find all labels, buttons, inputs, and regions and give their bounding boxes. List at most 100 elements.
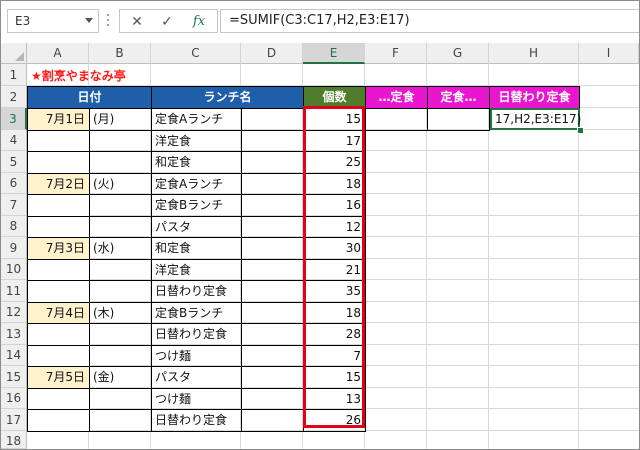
cell-lunch-name[interactable]: 日替わり定食 (151, 409, 242, 432)
cell-date[interactable]: 7月5日 (27, 366, 90, 389)
cancel-icon[interactable]: ✕ (126, 12, 148, 32)
row-header-3[interactable]: 3 (1, 108, 27, 130)
cell-d[interactable] (241, 108, 304, 131)
column-header-f[interactable]: F (365, 43, 427, 64)
cell-lunch-name[interactable]: 和定食 (151, 151, 242, 174)
insert-function-icon[interactable]: fx (188, 12, 210, 32)
cell-d[interactable] (241, 345, 304, 367)
row-header-8[interactable]: 8 (1, 216, 27, 237)
cell-count[interactable]: 15 (303, 108, 366, 131)
column-header-b[interactable]: B (89, 43, 151, 64)
cell-count[interactable]: 35 (303, 280, 366, 303)
cell-weekday[interactable] (89, 216, 152, 238)
cell-count[interactable]: 16 (303, 194, 366, 217)
cell-d[interactable] (241, 259, 304, 281)
cell-count[interactable]: 30 (303, 237, 366, 260)
column-header-a[interactable]: A (27, 43, 89, 64)
row-header-6[interactable]: 6 (1, 173, 27, 194)
cell-weekday[interactable] (89, 280, 152, 303)
cell-count[interactable]: 13 (303, 388, 366, 410)
chevron-down-icon[interactable] (85, 18, 93, 23)
cell-d[interactable] (241, 388, 304, 410)
cell-lunch-name[interactable]: つけ麺 (151, 388, 242, 410)
row-header-13[interactable]: 13 (1, 323, 27, 345)
cell-count[interactable]: 17 (303, 130, 366, 152)
header-h[interactable]: 日替わり定食 (489, 86, 580, 109)
cell-date[interactable]: 7月1日 (27, 108, 90, 131)
column-header-i[interactable]: I (579, 43, 639, 64)
cell-d[interactable] (241, 130, 304, 152)
row-header-15[interactable]: 15 (1, 366, 27, 388)
cell-d[interactable] (241, 173, 304, 195)
column-header-c[interactable]: C (151, 43, 241, 64)
cell-count[interactable]: 21 (303, 259, 366, 281)
cell-lunch-name[interactable]: 日替わり定食 (151, 280, 242, 303)
cell-lunch-name[interactable]: 和定食 (151, 237, 242, 260)
formula-input[interactable]: =SUMIF(C3:C17,H2,E3:E17) (220, 9, 639, 33)
column-header-h[interactable]: H (489, 43, 579, 64)
cell-d[interactable] (241, 216, 304, 238)
cell-d[interactable] (241, 151, 304, 174)
cell-weekday[interactable] (89, 409, 152, 432)
select-all-corner[interactable] (1, 43, 27, 64)
cell-lunch-name[interactable]: 定食Bランチ (151, 302, 242, 324)
row-header-5[interactable]: 5 (1, 151, 27, 173)
cell-count[interactable]: 18 (303, 302, 366, 324)
cell-count[interactable]: 28 (303, 323, 366, 346)
cell-date[interactable] (27, 194, 90, 217)
cell-weekday[interactable] (89, 323, 152, 346)
row-header-18[interactable]: 18 (1, 431, 27, 449)
cell-lunch-name[interactable]: パスタ (151, 366, 242, 389)
drag-handle-icon[interactable] (106, 14, 110, 28)
cell-d[interactable] (241, 237, 304, 260)
header-g[interactable]: 定食… (427, 86, 490, 109)
cell-d[interactable] (241, 302, 304, 324)
cell-date[interactable]: 7月2日 (27, 173, 90, 195)
cell-lunch-name[interactable]: 日替わり定食 (151, 323, 242, 346)
enter-icon[interactable]: ✓ (156, 12, 178, 32)
cell-date[interactable] (27, 409, 90, 432)
fill-handle[interactable] (577, 127, 584, 134)
cell-count[interactable]: 12 (303, 216, 366, 238)
header-f[interactable]: …定食 (365, 86, 428, 109)
cell-lunch-name[interactable]: 洋定食 (151, 259, 242, 281)
cell-d[interactable] (241, 280, 304, 303)
row-header-7[interactable]: 7 (1, 194, 27, 216)
row-header-9[interactable]: 9 (1, 237, 27, 259)
cell-count[interactable]: 15 (303, 366, 366, 389)
row-header-16[interactable]: 16 (1, 388, 27, 409)
row-header-2[interactable]: 2 (1, 86, 27, 108)
cell-g3[interactable] (427, 108, 490, 131)
row-header-11[interactable]: 11 (1, 280, 27, 302)
cell-lunch-name[interactable]: 定食Aランチ (151, 108, 242, 131)
cell-lunch-name[interactable]: パスタ (151, 216, 242, 238)
row-header-12[interactable]: 12 (1, 302, 27, 323)
header-lunch-name[interactable]: ランチ名 (151, 86, 304, 109)
column-header-d[interactable]: D (241, 43, 303, 64)
column-header-e[interactable]: E (303, 43, 365, 64)
cell-lunch-name[interactable]: つけ麺 (151, 345, 242, 367)
cell-weekday[interactable] (89, 345, 152, 367)
cell-f3[interactable] (365, 108, 428, 131)
cell-d[interactable] (241, 366, 304, 389)
cell-weekday[interactable]: (月) (89, 108, 152, 131)
cell-d[interactable] (241, 194, 304, 217)
cell-date[interactable] (27, 130, 90, 152)
cell-weekday[interactable]: (木) (89, 302, 152, 324)
cell-lunch-name[interactable]: 定食Aランチ (151, 173, 242, 195)
cell-date[interactable] (27, 323, 90, 346)
cell-weekday[interactable] (89, 259, 152, 281)
cell-count[interactable]: 7 (303, 345, 366, 367)
cell-date[interactable] (27, 151, 90, 174)
column-header-g[interactable]: G (427, 43, 489, 64)
header-count[interactable]: 個数 (303, 86, 366, 109)
cell-count[interactable]: 25 (303, 151, 366, 174)
name-box[interactable]: E3 (7, 9, 99, 33)
cell-date[interactable] (27, 345, 90, 367)
header-date[interactable]: 日付 (27, 86, 152, 109)
cell-lunch-name[interactable]: 洋定食 (151, 130, 242, 152)
cell-weekday[interactable] (89, 388, 152, 410)
row-header-4[interactable]: 4 (1, 130, 27, 151)
cell-weekday[interactable]: (金) (89, 366, 152, 389)
row-header-17[interactable]: 17 (1, 409, 27, 431)
